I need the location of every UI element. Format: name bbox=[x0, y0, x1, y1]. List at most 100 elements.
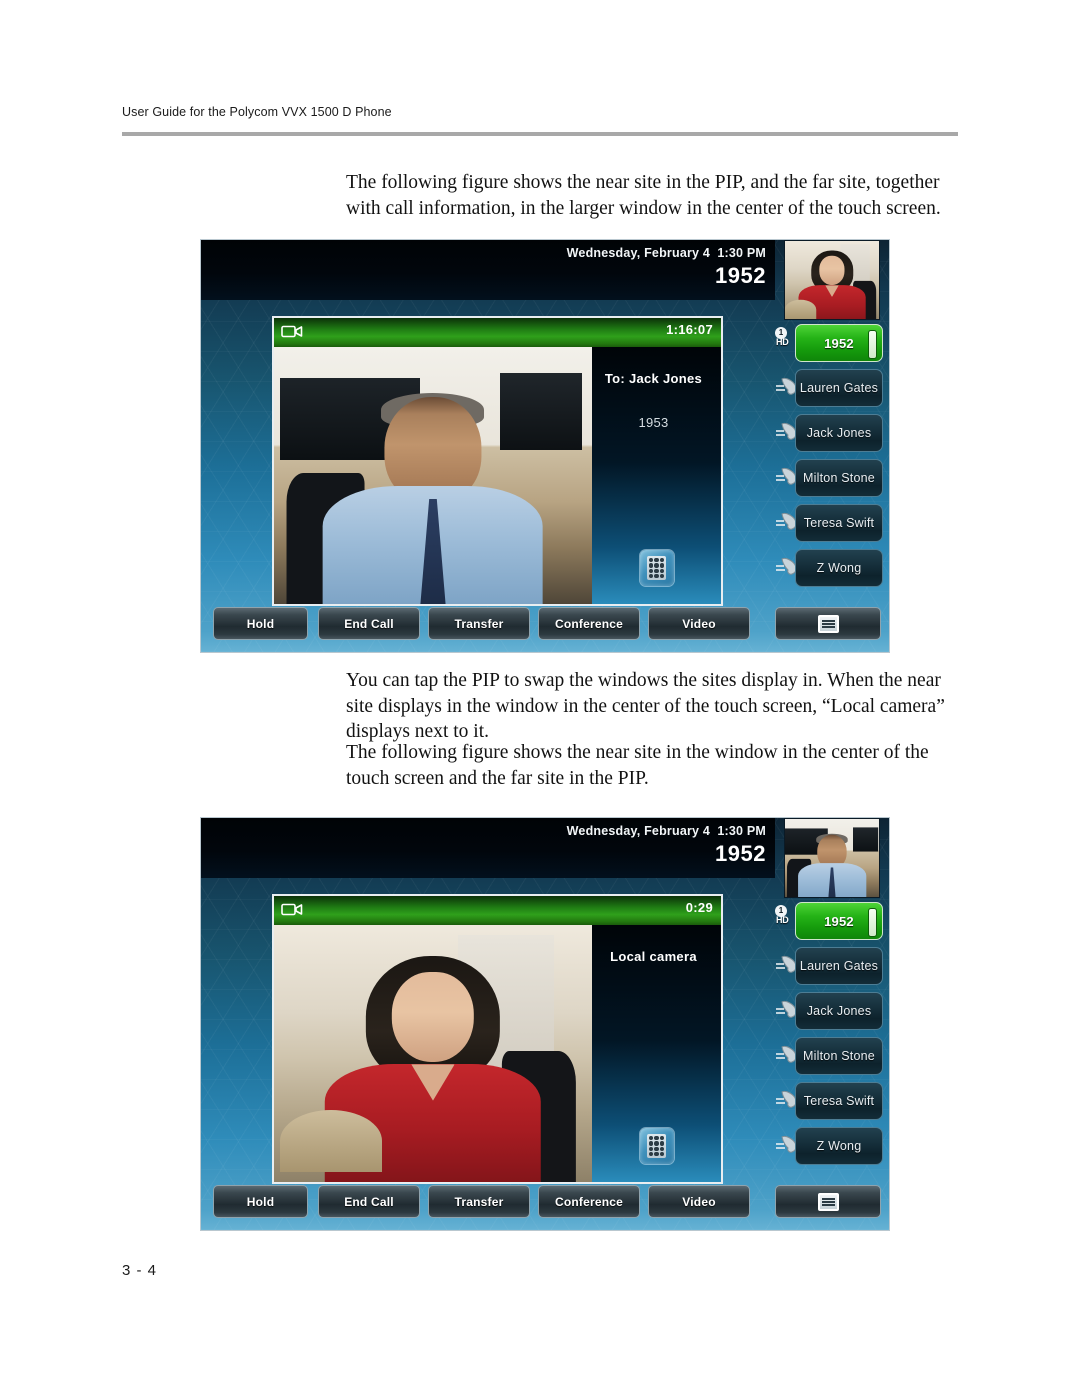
hd-label: HD bbox=[776, 915, 789, 925]
dialpad-icon[interactable] bbox=[639, 550, 674, 586]
dialpad-grid bbox=[647, 556, 666, 580]
call-party-number: 1953 bbox=[638, 415, 669, 430]
video-scene-lobby bbox=[274, 925, 592, 1182]
call-duration: 1:16:07 bbox=[666, 322, 713, 337]
page-header: User Guide for the Polycom VVX 1500 D Ph… bbox=[122, 105, 392, 119]
call-info-panel: Local camera bbox=[592, 925, 721, 1182]
call-duration: 0:29 bbox=[685, 900, 713, 915]
pip-person bbox=[786, 833, 867, 897]
status-bar: Wednesday, February 4 1:30 PM 1952 bbox=[201, 818, 775, 878]
video-window-body: To: Jack Jones 1953 bbox=[274, 347, 721, 604]
line-key-1952[interactable]: 1952 bbox=[795, 324, 883, 362]
line-key-row: Z Wong bbox=[775, 1125, 883, 1170]
video-camera-icon bbox=[281, 325, 303, 338]
line-key-jack-jones[interactable]: Jack Jones bbox=[795, 992, 883, 1030]
dialpad-icon[interactable] bbox=[639, 1128, 674, 1164]
status-datetime: Wednesday, February 4 1:30 PM bbox=[566, 246, 766, 260]
line-key-teresa-swift[interactable]: Teresa Swift bbox=[795, 504, 883, 542]
menu-button[interactable] bbox=[775, 1185, 881, 1218]
video-button[interactable]: Video bbox=[648, 1185, 750, 1218]
video-window-titlebar: 1:16:07 bbox=[274, 318, 721, 347]
line-key-milton-stone[interactable]: Milton Stone bbox=[795, 459, 883, 497]
line-key-row: Jack Jones bbox=[775, 990, 883, 1035]
line-key-lauren-gates[interactable]: Lauren Gates bbox=[795, 947, 883, 985]
video-button[interactable]: Video bbox=[648, 607, 750, 640]
pip-person bbox=[798, 250, 877, 319]
line-key-label: Milton Stone bbox=[803, 1049, 875, 1063]
line-key-list: 1 HD 1952 Lauren Gates Jack Jones Milton… bbox=[775, 322, 883, 592]
menu-button[interactable] bbox=[775, 607, 881, 640]
paragraph-intro-pip: The following figure shows the near site… bbox=[346, 172, 941, 219]
line-key-label: Lauren Gates bbox=[799, 381, 879, 395]
main-video-feed[interactable] bbox=[274, 925, 592, 1182]
soft-key-bar: Hold End Call Transfer Conference Video bbox=[213, 607, 881, 643]
header-divider bbox=[122, 132, 958, 136]
status-extension: 1952 bbox=[715, 263, 766, 288]
end-call-button[interactable]: End Call bbox=[318, 1185, 420, 1218]
line-key-row: Teresa Swift bbox=[775, 1080, 883, 1125]
line-key-row: Jack Jones bbox=[775, 412, 883, 457]
status-extension: 1952 bbox=[715, 841, 766, 866]
paragraph-intro-near-site: The following figure shows the near site… bbox=[346, 742, 929, 789]
line-key-label: Jack Jones bbox=[806, 1004, 872, 1018]
line-key-indicator bbox=[868, 330, 877, 359]
line-key-label: Teresa Swift bbox=[803, 1094, 875, 1108]
paragraph-tap-pip: You can tap the PIP to swap the windows … bbox=[346, 670, 945, 742]
soft-key-bar: Hold End Call Transfer Conference Video bbox=[213, 1185, 881, 1221]
pip-far-site[interactable] bbox=[784, 818, 880, 898]
end-call-button[interactable]: End Call bbox=[318, 607, 420, 640]
status-bar: Wednesday, February 4 1:30 PM 1952 bbox=[201, 240, 775, 300]
line-key-teresa-swift[interactable]: Teresa Swift bbox=[795, 1082, 883, 1120]
video-call-window[interactable]: 0:29 Local camera bbox=[272, 894, 723, 1184]
call-info-panel: To: Jack Jones 1953 bbox=[592, 347, 721, 604]
dialpad-grid bbox=[647, 1134, 666, 1158]
line-key-label: Teresa Swift bbox=[803, 516, 875, 530]
line-key-row: Z Wong bbox=[775, 547, 883, 592]
menu-list-icon bbox=[817, 614, 839, 633]
status-datetime: Wednesday, February 4 1:30 PM bbox=[566, 824, 766, 838]
transfer-button[interactable]: Transfer bbox=[428, 607, 530, 640]
video-person-near-site bbox=[324, 955, 576, 1182]
line-key-label: Z Wong bbox=[816, 561, 862, 575]
video-window-body: Local camera bbox=[274, 925, 721, 1182]
line-key-label: Jack Jones bbox=[806, 426, 872, 440]
conference-button[interactable]: Conference bbox=[538, 1185, 640, 1218]
line-key-label: Lauren Gates bbox=[799, 959, 879, 973]
video-scene-office bbox=[274, 347, 592, 604]
line-key-lauren-gates[interactable]: Lauren Gates bbox=[795, 369, 883, 407]
line-key-label: 1952 bbox=[824, 913, 854, 929]
conference-button[interactable]: Conference bbox=[538, 607, 640, 640]
hold-button[interactable]: Hold bbox=[213, 607, 308, 640]
pip-near-site[interactable] bbox=[784, 240, 880, 320]
pip-video-scene bbox=[785, 819, 879, 897]
line-key-row: Milton Stone bbox=[775, 457, 883, 502]
line-key-row: 1 HD 1952 bbox=[775, 322, 883, 367]
hold-button[interactable]: Hold bbox=[213, 1185, 308, 1218]
call-party-label: Local camera bbox=[610, 949, 697, 964]
video-call-window[interactable]: 1:16:07 To: Jack Jones 1953 bbox=[272, 316, 723, 606]
line-key-1952[interactable]: 1952 bbox=[795, 902, 883, 940]
figure-phone-screen-far-site: Wednesday, February 4 1:30 PM 1952 1:16:… bbox=[201, 240, 889, 652]
line-key-label: 1952 bbox=[824, 335, 854, 351]
video-person-far-site bbox=[286, 393, 548, 604]
video-camera-icon bbox=[281, 903, 303, 916]
line-key-indicator bbox=[868, 908, 877, 937]
transfer-button[interactable]: Transfer bbox=[428, 1185, 530, 1218]
line-key-row: Lauren Gates bbox=[775, 367, 883, 412]
page-number: 3 - 4 bbox=[122, 1262, 158, 1279]
line-key-milton-stone[interactable]: Milton Stone bbox=[795, 1037, 883, 1075]
line-key-row: Milton Stone bbox=[775, 1035, 883, 1080]
line-key-list: 1 HD 1952 Lauren Gates Jack Jones Milton… bbox=[775, 900, 883, 1170]
figure-phone-screen-near-site: Wednesday, February 4 1:30 PM 1952 0:29 bbox=[201, 818, 889, 1230]
line-key-z-wong[interactable]: Z Wong bbox=[795, 549, 883, 587]
video-window-titlebar: 0:29 bbox=[274, 896, 721, 925]
line-key-row: Lauren Gates bbox=[775, 945, 883, 990]
line-key-label: Milton Stone bbox=[803, 471, 875, 485]
line-key-jack-jones[interactable]: Jack Jones bbox=[795, 414, 883, 452]
line-key-z-wong[interactable]: Z Wong bbox=[795, 1127, 883, 1165]
menu-list-icon bbox=[817, 1192, 839, 1211]
call-party-label: To: Jack Jones bbox=[604, 371, 703, 386]
pip-video-scene bbox=[785, 241, 879, 319]
main-video-feed[interactable] bbox=[274, 347, 592, 604]
line-key-label: Z Wong bbox=[816, 1139, 862, 1153]
